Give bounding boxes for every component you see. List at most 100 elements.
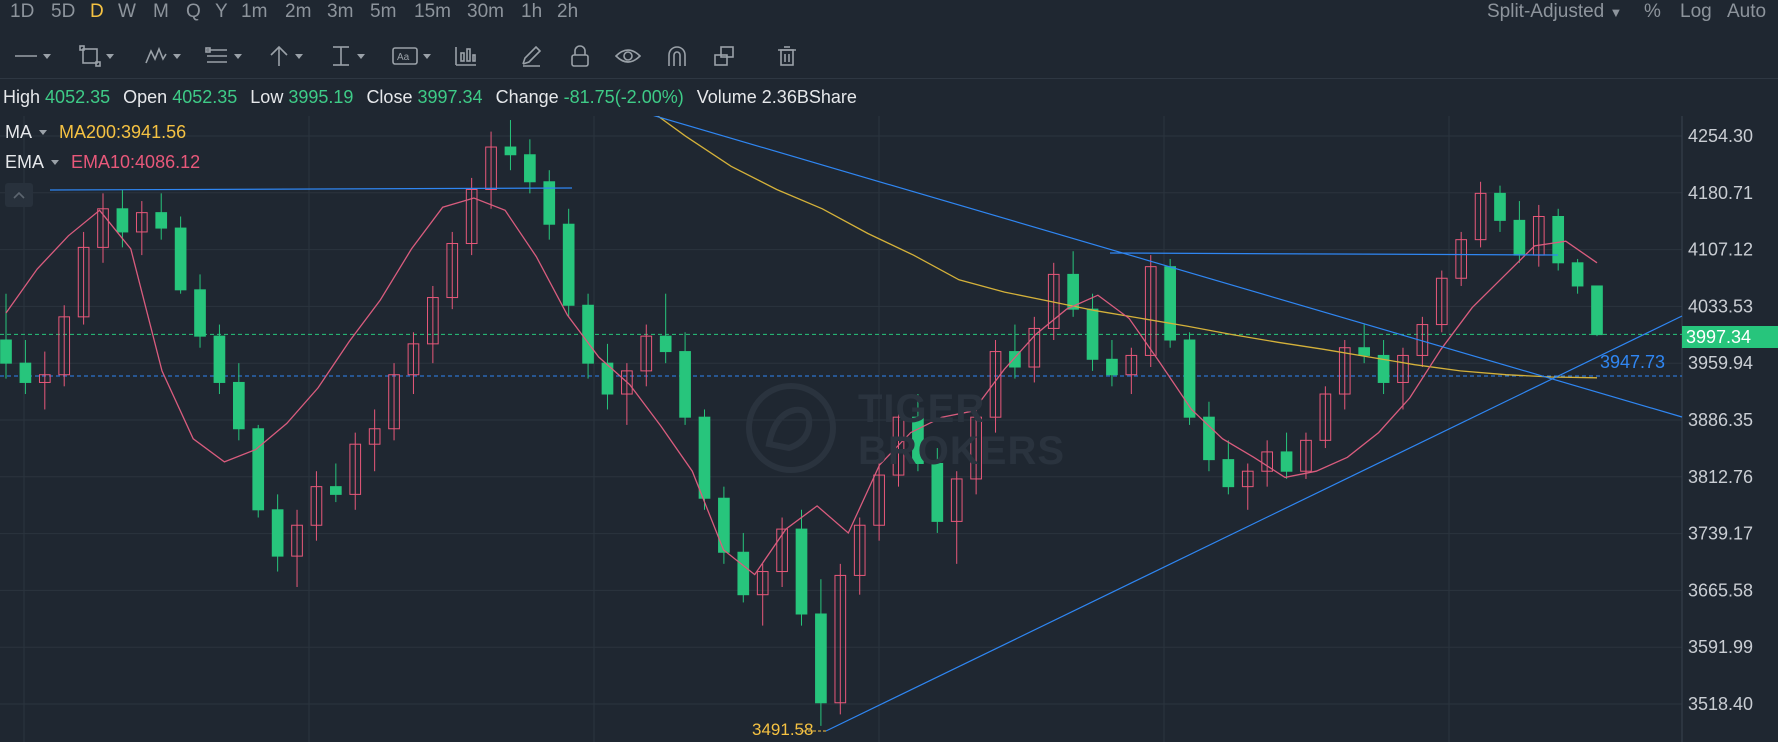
collapse-legend-button[interactable] (5, 183, 33, 207)
timeframe-30m[interactable]: 30m (467, 0, 504, 24)
candle-body (1552, 216, 1565, 264)
candle-body (1513, 219, 1526, 256)
candle-body (174, 227, 187, 291)
candle-body (252, 428, 265, 511)
y-axis-tick-label: 3518.40 (1688, 694, 1753, 714)
candle-body (659, 335, 672, 353)
pattern-tool-button[interactable] (144, 38, 181, 74)
candle-body (0, 339, 12, 364)
candle-body (582, 304, 594, 364)
trash-button[interactable] (777, 38, 797, 74)
pencil-button[interactable] (520, 38, 542, 74)
timeframe-5m[interactable]: 5m (370, 0, 396, 24)
candle-body (679, 351, 691, 418)
candle-body (737, 551, 750, 596)
trash-icon (778, 46, 796, 66)
timeframe-15m[interactable]: 15m (414, 0, 451, 24)
timeframe-1d[interactable]: 1D (10, 0, 34, 24)
open-label: Open (123, 87, 168, 107)
candle-body (1280, 451, 1293, 472)
timeframe-3m[interactable]: 3m (327, 0, 353, 24)
timeframe-bar: 1D 5D D W M Q Y 1m 2m 3m 5m 15m 30m 1h 2… (0, 0, 1778, 24)
eye-button[interactable] (615, 38, 641, 74)
volume-value: 2.36BShare (761, 87, 857, 107)
timeframe-d[interactable]: D (90, 0, 104, 24)
high-label: High (3, 87, 41, 107)
lock-button[interactable] (570, 38, 590, 74)
timeframe-1m[interactable]: 1m (241, 0, 267, 24)
timeframe-y[interactable]: Y (215, 0, 228, 24)
ema-indicator-name: EMA (5, 152, 45, 172)
ma-indicator-value: MA200:3941.56 (59, 122, 187, 142)
measure-tool-button[interactable] (330, 38, 365, 74)
chevron-down-icon (51, 160, 60, 165)
y-axis-tick-label: 3812.76 (1688, 467, 1753, 487)
line-tool-button[interactable] (14, 38, 51, 74)
candle-body (698, 416, 711, 499)
y-axis-tick-label: 3591.99 (1688, 637, 1753, 657)
timeframe-2m[interactable]: 2m (285, 0, 311, 24)
chevron-up-icon (13, 191, 25, 199)
period-low-marker: 3491.58 (752, 720, 814, 739)
candle-body (1222, 459, 1235, 488)
timeframe-q[interactable]: Q (186, 0, 201, 24)
pencil-icon (522, 45, 542, 67)
drawing-toolbar: Aa (0, 38, 1778, 74)
toolbar-divider (0, 78, 1778, 79)
candle-body (524, 154, 536, 183)
chevron-down-icon (39, 130, 47, 135)
ohlc-readout: High 4052.35 Open 4052.35 Low 3995.19 Cl… (3, 84, 857, 110)
timeframe-w[interactable]: W (118, 0, 136, 24)
candle-body (1494, 192, 1506, 221)
percent-toggle[interactable]: % (1644, 0, 1661, 24)
split-adjusted-dropdown[interactable]: Split-Adjusted ▼ (1487, 0, 1622, 25)
text-tool-icon: Aa (392, 47, 418, 65)
magnet-icon (668, 46, 686, 66)
rectangle-tool-button[interactable] (79, 38, 114, 74)
close-value: 3997.34 (417, 87, 483, 107)
candle-body (271, 509, 284, 557)
text-tool-button[interactable]: Aa (392, 38, 431, 74)
timeframe-m[interactable]: M (153, 0, 169, 24)
copy-button[interactable] (713, 38, 735, 74)
candle-body (194, 289, 206, 337)
split-adjusted-label: Split-Adjusted (1487, 1, 1605, 22)
ma-indicator-name: MA (5, 122, 32, 142)
change-value: -81.75(-2.00%) (563, 87, 684, 107)
candle-body (232, 381, 245, 430)
ma-indicator-legend[interactable]: MA MA200:3941.56 (5, 121, 186, 143)
ema-indicator-value: EMA10:4086.12 (71, 152, 201, 172)
open-value: 4052.35 (172, 87, 238, 107)
candle-body (155, 212, 168, 229)
copy-icon (714, 46, 734, 66)
candle-body (718, 497, 730, 553)
line-tool-icon (15, 55, 37, 57)
y-axis-tick-label: 3665.58 (1688, 580, 1753, 600)
candle-body (815, 613, 827, 704)
ema-indicator-legend[interactable]: EMA EMA10:4086.12 (5, 151, 200, 173)
pattern-tool-icon (145, 46, 167, 64)
y-axis-tick-label: 3739.17 (1688, 524, 1753, 544)
indicator-tool-button[interactable] (454, 38, 478, 74)
candle-body (1164, 266, 1176, 341)
log-toggle[interactable]: Log (1680, 0, 1712, 24)
fib-tool-button[interactable] (205, 38, 242, 74)
magnet-button[interactable] (666, 38, 688, 74)
timeframe-2h[interactable]: 2h (557, 0, 578, 24)
candle-body (562, 223, 575, 306)
candle-body (504, 146, 517, 156)
y-axis-tick-label: 3959.94 (1688, 353, 1753, 373)
close-label: Close (366, 87, 413, 107)
y-axis-tick-label: 4107.12 (1688, 240, 1753, 260)
arrow-tool-button[interactable] (268, 38, 303, 74)
candle-body (19, 362, 32, 383)
candle-body (1106, 358, 1118, 376)
timeframe-5d[interactable]: 5D (51, 0, 75, 24)
high-value: 4052.35 (45, 87, 111, 107)
tiger-brokers-logo (746, 383, 836, 473)
candle-body (1086, 308, 1099, 360)
timeframe-1h[interactable]: 1h (521, 0, 542, 24)
y-axis-tick-label: 4033.53 (1688, 296, 1753, 316)
auto-toggle[interactable]: Auto (1727, 0, 1766, 24)
candle-body (1591, 285, 1603, 336)
